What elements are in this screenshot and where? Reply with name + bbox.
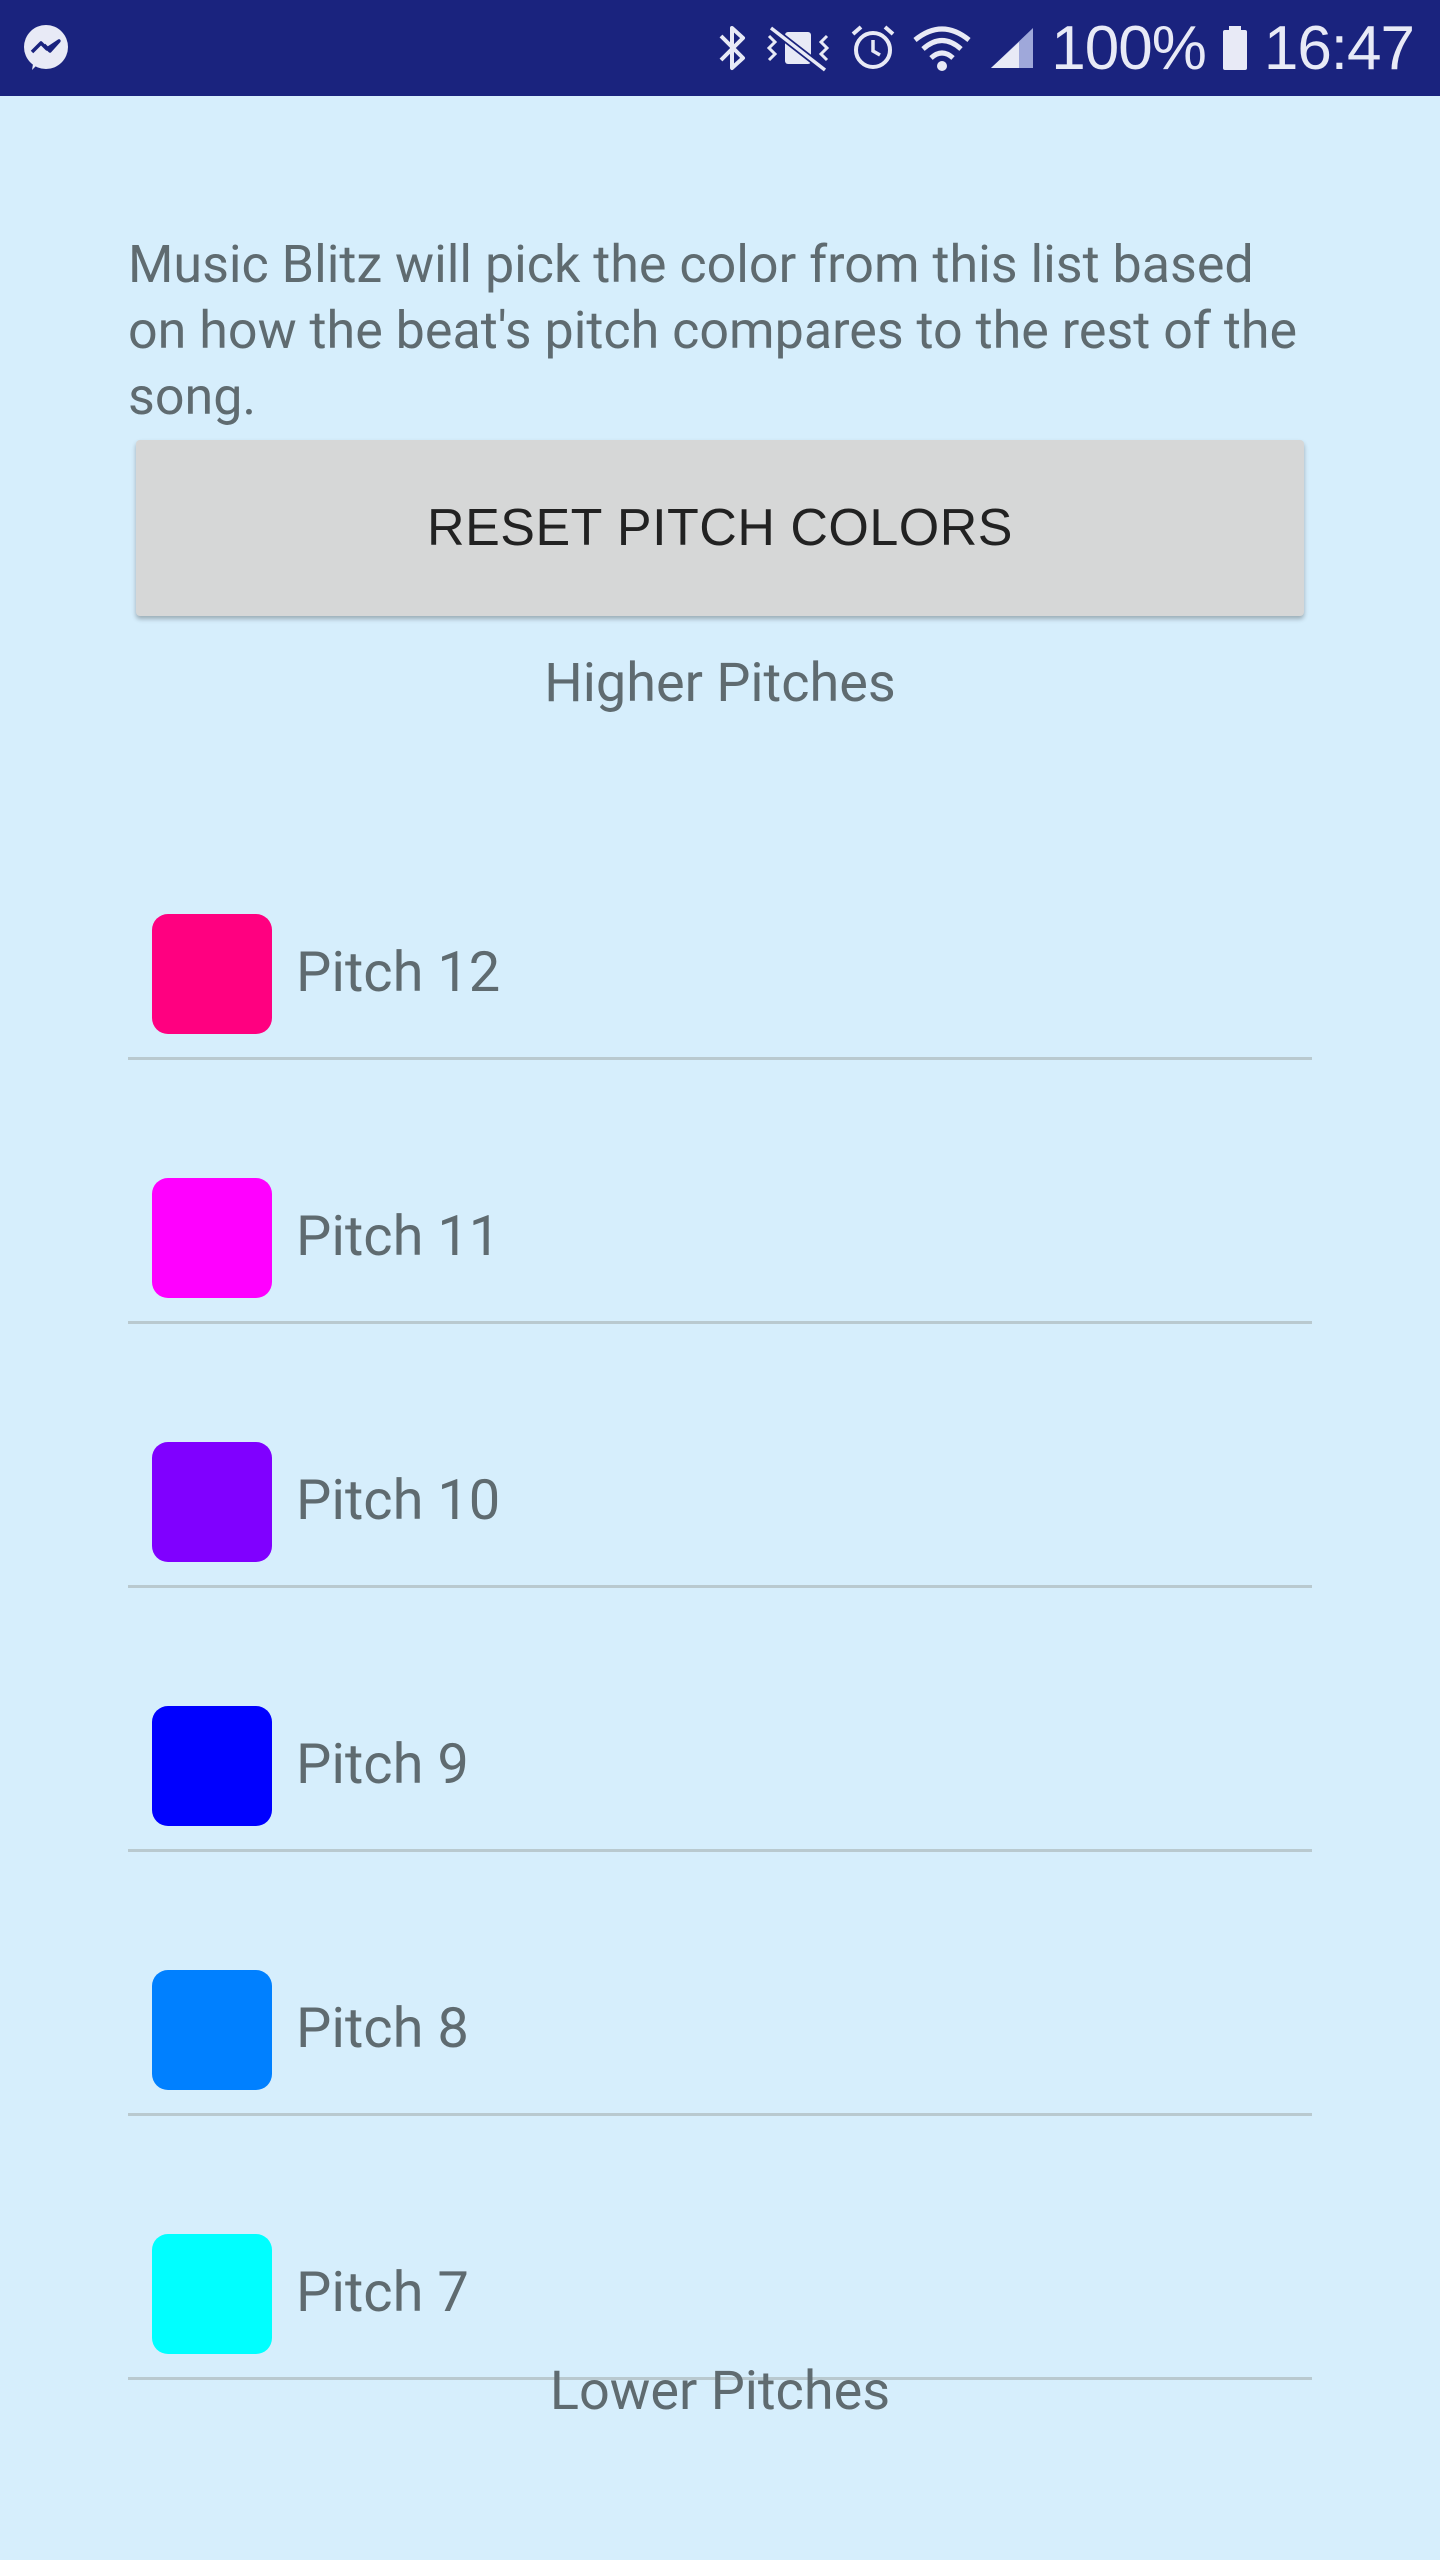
- reset-pitch-colors-button[interactable]: RESET PITCH COLORS: [136, 440, 1304, 616]
- status-bar: 100% 16:47: [0, 0, 1440, 96]
- pitch-row-9[interactable]: Pitch 9: [128, 1588, 1312, 1852]
- pitch-row-7[interactable]: Pitch 7: [128, 2116, 1312, 2380]
- pitch-colors-screen: Music Blitz will pick the color from thi…: [0, 96, 1440, 2560]
- battery-percentage: 100%: [1051, 13, 1207, 83]
- alarm-icon: [849, 22, 897, 74]
- pitch-color-list: Pitch 12 Pitch 11 Pitch 10 Pitch 9 Pitch…: [128, 796, 1312, 2380]
- pitch-label: Pitch 11: [296, 1203, 501, 1269]
- pitch-label: Pitch 9: [296, 1731, 469, 1797]
- color-swatch[interactable]: [152, 1706, 272, 1826]
- lower-pitches-label: Lower Pitches: [549, 2360, 891, 2423]
- pitch-row-12[interactable]: Pitch 12: [128, 796, 1312, 1060]
- pitch-label: Pitch 10: [296, 1467, 501, 1533]
- status-icons: 100% 16:47: [717, 0, 1415, 96]
- messenger-icon: [20, 22, 72, 74]
- pitch-row-10[interactable]: Pitch 10: [128, 1324, 1312, 1588]
- pitch-label: Pitch 8: [296, 1995, 469, 2061]
- color-swatch[interactable]: [152, 1178, 272, 1298]
- bluetooth-icon: [717, 22, 747, 74]
- vibrate-mute-icon: [761, 22, 835, 74]
- battery-icon: [1220, 22, 1250, 74]
- color-swatch[interactable]: [152, 1970, 272, 2090]
- color-swatch[interactable]: [152, 914, 272, 1034]
- pitch-row-8[interactable]: Pitch 8: [128, 1852, 1312, 2116]
- higher-pitches-label: Higher Pitches: [544, 652, 896, 715]
- color-swatch[interactable]: [152, 1442, 272, 1562]
- pitch-label: Pitch 7: [296, 2259, 469, 2325]
- wifi-icon: [911, 22, 973, 74]
- pitch-label: Pitch 12: [296, 939, 501, 1005]
- signal-icon: [987, 22, 1037, 74]
- description-text: Music Blitz will pick the color from thi…: [128, 234, 1298, 427]
- color-swatch[interactable]: [152, 2234, 272, 2354]
- pitch-row-11[interactable]: Pitch 11: [128, 1060, 1312, 1324]
- clock: 16:47: [1263, 13, 1415, 83]
